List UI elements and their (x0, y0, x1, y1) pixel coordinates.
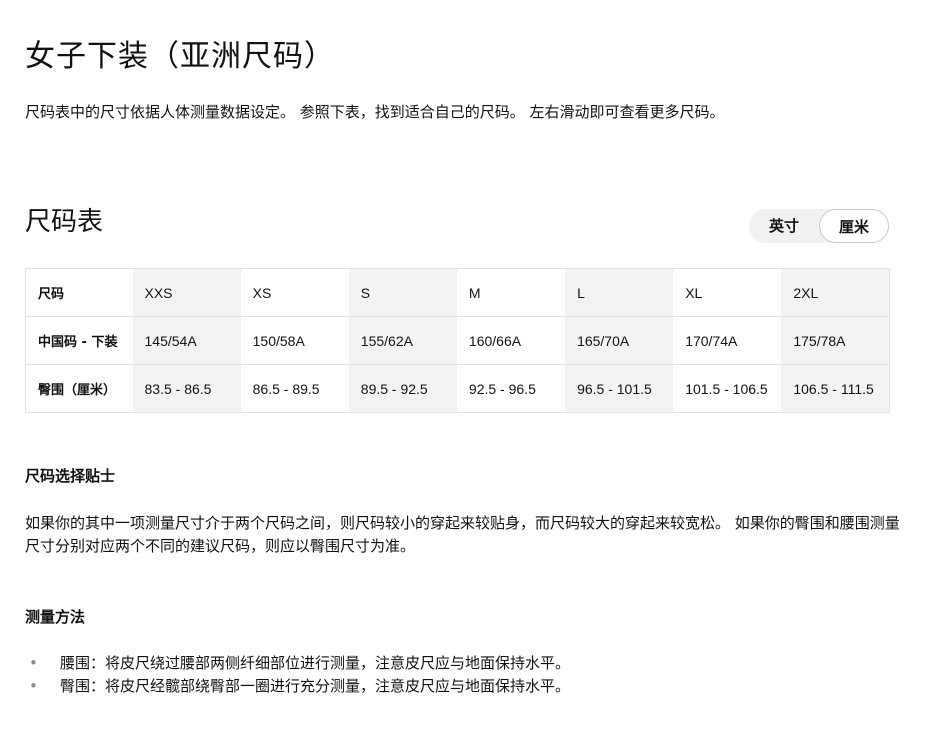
size-chart-title: 尺码表 (25, 207, 104, 237)
measure-list: • 腰围：将皮尺绕过腰部两侧纤细部位进行测量，注意皮尺应与地面保持水平。 • 臀… (25, 652, 570, 698)
unit-cm-button[interactable]: 厘米 (819, 209, 889, 243)
table-cell: 175/78A (781, 316, 890, 365)
unit-toggle: 英寸 厘米 (749, 209, 889, 243)
list-item-text: 臀围：将皮尺经髋部绕臀部一圈进行充分测量，注意皮尺应与地面保持水平。 (60, 677, 571, 695)
measure-title: 测量方法 (25, 608, 86, 626)
table-cell: 89.5 - 92.5 (348, 364, 457, 413)
list-item: • 腰围：将皮尺绕过腰部两侧纤细部位进行测量，注意皮尺应与地面保持水平。 (25, 652, 570, 675)
table-cell: 83.5 - 86.5 (132, 364, 241, 413)
table-cell: 96.5 - 101.5 (565, 364, 674, 413)
table-cell: S (348, 268, 457, 317)
table-row-hip: 臀围（厘米） 83.5 - 86.5 86.5 - 89.5 89.5 - 92… (25, 364, 890, 413)
row-header: 臀围（厘米） (25, 364, 133, 413)
table-cell: 92.5 - 96.5 (456, 364, 566, 413)
unit-inch-button[interactable]: 英寸 (749, 209, 819, 243)
tips-title: 尺码选择贴士 (25, 467, 116, 485)
tips-body: 如果你的其中一项测量尺寸介于两个尺码之间，则尺码较小的穿起来较贴身，而尺码较大的… (25, 514, 900, 555)
table-cell: M (468, 284, 481, 301)
table-cell: 145/54A (132, 316, 241, 365)
table-cell: 160/66A (456, 316, 566, 365)
list-item: • 臀围：将皮尺经髋部绕臀部一圈进行充分测量，注意皮尺应与地面保持水平。 (25, 675, 570, 698)
bullet-icon: • (29, 654, 38, 672)
table-cell: XS (252, 284, 272, 301)
table-cell: 86.5 - 89.5 (240, 364, 349, 413)
table-cell: L (565, 268, 674, 317)
list-item-text: 腰围：将皮尺绕过腰部两侧纤细部位进行测量，注意皮尺应与地面保持水平。 (60, 654, 571, 672)
size-table: 尺码 XXS XS S M L XL 2XL 中国码 - 下装 145/54A … (25, 268, 890, 413)
table-cell: 150/58A (240, 316, 349, 365)
bullet-icon: • (29, 677, 38, 695)
table-row-size: 尺码 XXS XS S M L XL 2XL (26, 268, 890, 317)
table-cell: 170/74A (673, 316, 782, 365)
table-cell: 155/62A (348, 316, 457, 365)
table-cell: 101.5 - 106.5 (673, 364, 782, 413)
row-header: 尺码 (38, 287, 65, 302)
table-cell: XXS (132, 268, 241, 317)
page-title: 女子下装（亚洲尺码） (25, 39, 335, 74)
row-header: 中国码 - 下装 (25, 316, 133, 365)
table-cell: XL (685, 284, 703, 301)
intro-text: 尺码表中的尺寸依据人体测量数据设定。 参照下表，找到适合自己的尺码。 左右滑动即… (25, 103, 725, 121)
table-row-cn-size: 中国码 - 下装 145/54A 150/58A 155/62A 160/66A… (25, 316, 890, 365)
table-cell: 165/70A (565, 316, 674, 365)
table-cell: 106.5 - 111.5 (781, 364, 890, 413)
table-cell: 2XL (781, 268, 890, 317)
